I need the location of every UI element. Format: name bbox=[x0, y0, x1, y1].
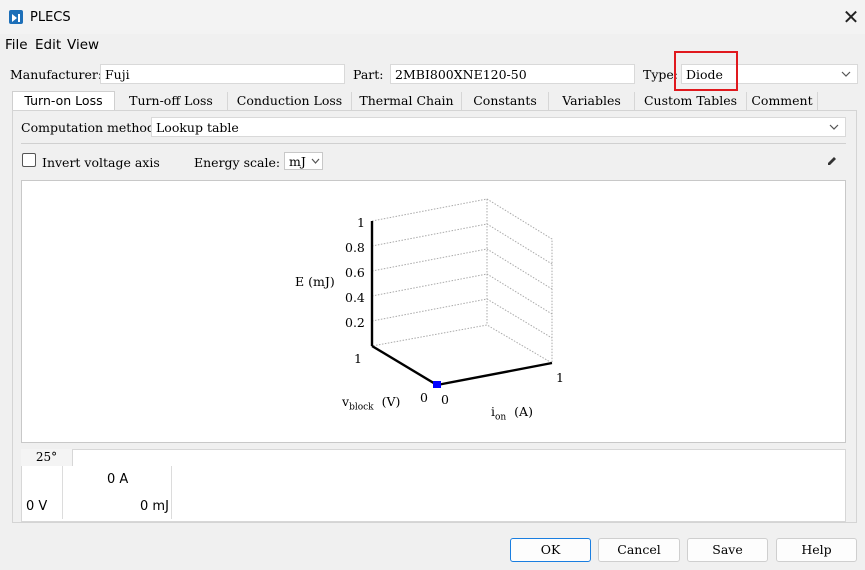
save-button[interactable]: Save bbox=[687, 538, 768, 562]
i-tick-far: 1 bbox=[556, 370, 564, 385]
temperature-tab[interactable]: 25° bbox=[21, 449, 73, 466]
current-header: 0 A bbox=[107, 472, 129, 487]
z-axis-label: E (mJ) bbox=[295, 274, 335, 289]
i-tick-near: 0 bbox=[441, 392, 449, 407]
energy-cell[interactable]: 0 mJ bbox=[140, 499, 169, 514]
z-tick-0-4: 0.4 bbox=[345, 290, 365, 305]
v-tick-near: 0 bbox=[420, 390, 428, 405]
data-point bbox=[433, 381, 441, 388]
i-axis-label: ion (A) bbox=[491, 404, 533, 423]
ok-button[interactable]: OK bbox=[510, 538, 591, 562]
cancel-button[interactable]: Cancel bbox=[598, 538, 680, 562]
voltage-row-header: 0 V bbox=[26, 499, 48, 514]
z-tick-0-6: 0.6 bbox=[345, 265, 365, 280]
v-tick-far: 1 bbox=[354, 351, 362, 366]
help-button[interactable]: Help bbox=[776, 538, 857, 562]
z-tick-0-2: 0.2 bbox=[345, 315, 365, 330]
z-tick-0-8: 0.8 bbox=[345, 240, 365, 255]
z-tick-1: 1 bbox=[357, 215, 365, 230]
v-axis-label: vblock (V) bbox=[342, 394, 401, 413]
